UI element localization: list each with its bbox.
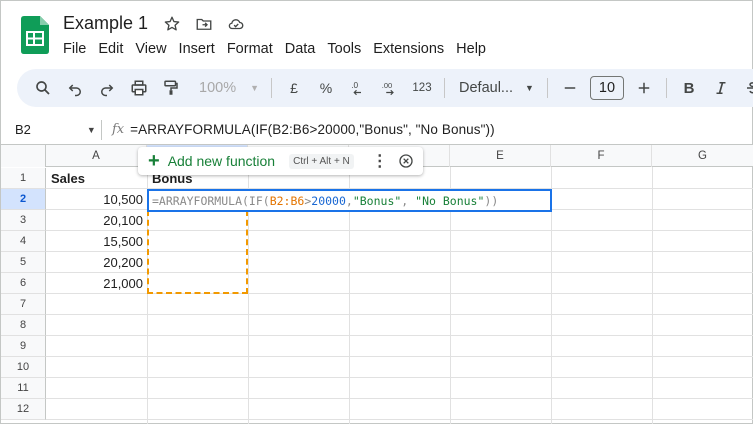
row-header-12[interactable]: 12	[1, 399, 46, 420]
cell-a5[interactable]: 20,200	[47, 252, 147, 273]
bold-button[interactable]: B	[673, 74, 705, 102]
zoom-select[interactable]: 100% ▼	[187, 74, 265, 102]
divider	[101, 119, 102, 140]
column-header-a[interactable]: A	[46, 145, 147, 167]
menu-view[interactable]: View	[129, 39, 172, 59]
move-folder-icon[interactable]	[193, 13, 215, 35]
row-header-9[interactable]: 9	[1, 336, 46, 357]
formula-token: ,	[401, 193, 416, 208]
cell-a4[interactable]: 15,500	[47, 231, 147, 252]
active-cell-editor[interactable]: =ARRAYFORMULA(IF(B2:B6 >20000, "Bonus", "N…	[147, 189, 552, 212]
formula-token: ,	[345, 193, 353, 208]
undo-icon[interactable]	[59, 74, 91, 102]
formula-input[interactable]: =ARRAYFORMULA(IF(B2:B6>20000,"Bonus", "N…	[130, 122, 495, 137]
chevron-down-icon: ▼	[86, 124, 96, 135]
formula-token: =ARRAYFORMULA(IF(	[152, 193, 270, 208]
fx-icon: fx	[112, 122, 125, 137]
add-function-popup: + Add new function Ctrl + Alt + N ⋮	[138, 147, 423, 175]
row-header-3[interactable]: 3	[1, 210, 46, 231]
percent-format-button[interactable]: %	[310, 74, 342, 102]
add-function-button[interactable]: Add new function	[168, 153, 275, 169]
cloud-status-icon[interactable]	[225, 13, 247, 35]
formula-token: ))	[484, 193, 499, 208]
referenced-range-highlight	[147, 210, 248, 294]
grid-line	[46, 398, 753, 399]
menu-format[interactable]: Format	[221, 39, 279, 59]
divider	[444, 78, 445, 98]
menu-help[interactable]: Help	[450, 39, 492, 59]
row-header-2[interactable]: 2	[1, 189, 46, 210]
decrease-decimal-button[interactable]: .0	[342, 74, 374, 102]
row-header-6[interactable]: 6	[1, 273, 46, 294]
grid-line	[652, 167, 653, 424]
divider	[271, 78, 272, 98]
strikethrough-icon[interactable]	[737, 74, 753, 102]
search-menus-icon[interactable]	[27, 74, 59, 102]
grid-line	[46, 356, 753, 357]
star-icon[interactable]	[161, 13, 183, 35]
menu-insert[interactable]: Insert	[173, 39, 221, 59]
sheets-logo-icon[interactable]	[21, 16, 49, 54]
font-select[interactable]: Defaul... ▼	[451, 74, 541, 102]
divider	[547, 78, 548, 98]
formula-string-token: "No Bonus"	[415, 193, 485, 208]
formula-number-token: 20000	[311, 193, 346, 208]
cell-a6[interactable]: 21,000	[47, 273, 147, 294]
more-vert-icon[interactable]: ⋮	[372, 151, 388, 171]
toolbar: 100% ▼ £ % .0 .00 123 Defaul... ▼ 10 B	[17, 69, 753, 107]
close-circle-icon[interactable]	[398, 153, 414, 169]
menu-extensions[interactable]: Extensions	[367, 39, 450, 59]
column-header-f[interactable]: F	[551, 145, 652, 167]
cell-reference: B2	[15, 122, 31, 137]
grid-line	[46, 377, 753, 378]
paint-format-icon[interactable]	[155, 74, 187, 102]
name-box[interactable]: B2 ▼	[1, 122, 101, 137]
italic-button[interactable]	[705, 74, 737, 102]
formula-bar: B2 ▼ fx =ARRAYFORMULA(IF(B2:B6>20000,"Bo…	[1, 115, 753, 145]
select-all-corner[interactable]	[1, 145, 46, 167]
decrease-font-size-icon[interactable]	[554, 74, 586, 102]
grid-line	[46, 314, 753, 315]
column-header-g[interactable]: G	[652, 145, 753, 167]
row-header-5[interactable]: 5	[1, 252, 46, 273]
print-icon[interactable]	[123, 74, 155, 102]
increase-font-size-icon[interactable]	[628, 74, 660, 102]
shortcut-hint: Ctrl + Alt + N	[289, 153, 354, 169]
cell-a1[interactable]: Sales	[47, 168, 147, 189]
menu-tools[interactable]: Tools	[321, 39, 367, 59]
row-header-1[interactable]: 1	[1, 168, 46, 189]
formula-token: >	[304, 193, 312, 208]
redo-icon[interactable]	[91, 74, 123, 102]
more-formats-button[interactable]: 123	[406, 74, 438, 102]
increase-decimal-button[interactable]: .00	[374, 74, 406, 102]
cell-a3[interactable]: 20,100	[47, 210, 147, 231]
svg-text:.00: .00	[382, 81, 392, 90]
plus-icon[interactable]: +	[148, 151, 160, 171]
menu-edit[interactable]: Edit	[92, 39, 129, 59]
row-header-10[interactable]: 10	[1, 357, 46, 378]
row-header-11[interactable]: 11	[1, 378, 46, 399]
grid-line	[46, 335, 753, 336]
currency-format-button[interactable]: £	[278, 74, 310, 102]
menu-file[interactable]: File	[57, 39, 92, 59]
column-header-e[interactable]: E	[450, 145, 551, 167]
svg-text:.0: .0	[351, 81, 358, 90]
formula-range-token: B2:B6	[269, 193, 305, 208]
document-title[interactable]: Example 1	[63, 13, 148, 34]
divider	[666, 78, 667, 98]
font-size-input[interactable]: 10	[590, 76, 624, 100]
grid-line	[46, 419, 753, 420]
formula-string-token: "Bonus"	[352, 193, 402, 208]
cell-a2[interactable]: 10,500	[47, 189, 147, 210]
font-value: Defaul...	[459, 80, 513, 96]
chevron-down-icon: ▼	[250, 83, 260, 93]
row-header-7[interactable]: 7	[1, 294, 46, 315]
row-header-8[interactable]: 8	[1, 315, 46, 336]
zoom-value: 100%	[199, 80, 237, 96]
row-header-4[interactable]: 4	[1, 231, 46, 252]
menu-data[interactable]: Data	[279, 39, 322, 59]
chevron-down-icon: ▼	[525, 83, 534, 93]
